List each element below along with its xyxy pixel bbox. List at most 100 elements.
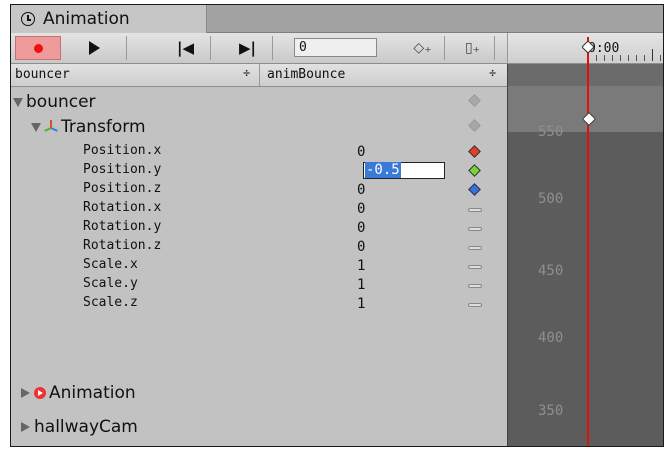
add-keyframe-button[interactable]: ◇₊ [401, 36, 445, 60]
hierarchy-transform[interactable]: Transform [11, 117, 507, 137]
record-button[interactable] [15, 36, 61, 60]
y-axis-label: 500 [538, 191, 564, 207]
property-name: Scale.x [83, 257, 138, 272]
dash-icon [468, 227, 482, 231]
property-key-toggle[interactable] [468, 221, 482, 235]
property-value[interactable]: 0 [357, 201, 365, 217]
y-axis-label: 400 [538, 330, 564, 346]
property-row[interactable]: Rotation.y 0 [11, 219, 507, 236]
dash-icon [468, 265, 482, 269]
collapse-arrow-icon [21, 388, 30, 398]
root-name: bouncer [26, 92, 96, 112]
animation-label: Animation [21, 383, 136, 403]
property-name: Position.z [83, 181, 162, 196]
play-button[interactable] [63, 36, 127, 60]
object-select[interactable]: bouncer [15, 67, 70, 82]
property-key-toggle[interactable] [468, 240, 482, 254]
property-name: Rotation.x [83, 200, 162, 215]
dash-icon [468, 246, 482, 250]
dash-icon [468, 303, 482, 307]
property-key-toggle[interactable] [468, 164, 482, 178]
animation-toolbar: |◀ ▶| 0 ◇₊ ▯₊ 0:00 [11, 33, 663, 64]
root-key[interactable] [468, 94, 482, 108]
clip-select-arrows-icon: ÷ [489, 66, 497, 80]
property-name: Rotation.y [83, 219, 162, 234]
hallwaycam-name: hallwayCam [34, 417, 138, 437]
tab-title: Animation [43, 9, 130, 29]
animation-window: Animation |◀ ▶| 0 ◇₊ ▯₊ 0:00 bouncer ÷ a… [10, 4, 664, 447]
property-value[interactable]: 1 [357, 277, 365, 293]
transform-name: Transform [61, 117, 146, 137]
add-keyframe-icon: ◇₊ [413, 40, 432, 56]
hierarchy-hallwaycam[interactable]: hallwayCam [11, 417, 507, 439]
next-keyframe-button[interactable]: ▶| [223, 36, 273, 60]
property-value[interactable]: 1 [357, 296, 365, 312]
clip-select[interactable]: animBounce [267, 67, 345, 82]
dash-icon [468, 284, 482, 288]
previous-keyframe-button[interactable]: |◀ [161, 36, 211, 60]
hierarchy-root[interactable]: bouncer [11, 92, 507, 112]
animation-name: Animation [49, 383, 136, 403]
property-name: Rotation.z [83, 238, 162, 253]
property-row[interactable]: Position.y -0.5 [11, 162, 507, 179]
selected-text: -0.5 [365, 162, 401, 178]
object-select-arrows-icon: ÷ [243, 66, 251, 80]
curve-header-band [508, 64, 663, 87]
tab-bar: Animation [11, 5, 663, 33]
animation-component-icon [34, 387, 46, 399]
property-row[interactable]: Rotation.x 0 [11, 200, 507, 217]
property-name: Scale.y [83, 276, 138, 291]
playhead[interactable] [587, 37, 589, 446]
next-keyframe-icon: ▶| [238, 39, 256, 57]
property-key-toggle[interactable] [468, 183, 482, 197]
property-row[interactable]: Rotation.z 0 [11, 238, 507, 255]
frame-field[interactable]: 0 [294, 38, 377, 57]
property-value[interactable]: 1 [357, 258, 365, 274]
diamond-icon [468, 145, 481, 158]
property-value[interactable]: 0 [357, 182, 365, 198]
property-value-input[interactable]: -0.5 [363, 162, 445, 179]
hallwaycam-label: hallwayCam [21, 417, 138, 437]
property-value[interactable]: 0 [357, 144, 365, 160]
selected-row-band [508, 86, 663, 132]
header-divider [259, 64, 260, 86]
property-row[interactable]: Position.x 0 [11, 143, 507, 160]
y-axis-label: 450 [538, 263, 564, 279]
property-value[interactable]: 0 [357, 220, 365, 236]
tab-animation[interactable]: Animation [11, 5, 207, 33]
transform-icon [44, 120, 58, 134]
property-key-toggle[interactable] [468, 278, 482, 292]
diamond-icon [468, 183, 481, 196]
record-icon [33, 43, 43, 53]
expand-arrow-icon [31, 122, 41, 132]
property-key-toggle[interactable] [468, 145, 482, 159]
hierarchy-animation[interactable]: Animation [11, 383, 507, 405]
property-row[interactable]: Scale.z 1 [11, 295, 507, 312]
property-hierarchy: bouncer Transform Position.x 0 Position.y -… [11, 87, 507, 446]
property-name: Scale.z [83, 295, 138, 310]
property-row[interactable]: Scale.x 1 [11, 257, 507, 274]
playhead-diamond-icon [582, 41, 594, 53]
dash-icon [468, 208, 482, 212]
diamond-icon [468, 94, 481, 107]
y-axis-label: 350 [538, 403, 564, 419]
expand-arrow-icon [13, 97, 23, 107]
ruler-major-tick [652, 49, 653, 61]
y-axis-label: 550 [538, 124, 564, 140]
property-value[interactable]: 0 [357, 239, 365, 255]
diamond-icon [468, 164, 481, 177]
property-key-toggle[interactable] [468, 202, 482, 216]
previous-keyframe-icon: |◀ [176, 39, 194, 57]
property-row[interactable]: Scale.y 1 [11, 276, 507, 293]
property-key-toggle[interactable] [468, 259, 482, 273]
transform-key[interactable] [468, 119, 482, 133]
playhead-marker [582, 41, 594, 53]
property-row[interactable]: Position.z 0 [11, 181, 507, 198]
add-event-button[interactable]: ▯₊ [451, 36, 495, 60]
property-name: Position.x [83, 143, 162, 158]
clock-icon [21, 12, 35, 26]
transform-label: Transform [31, 117, 146, 137]
diamond-icon [468, 119, 481, 132]
root-label: bouncer [13, 92, 96, 112]
property-key-toggle[interactable] [468, 297, 482, 311]
